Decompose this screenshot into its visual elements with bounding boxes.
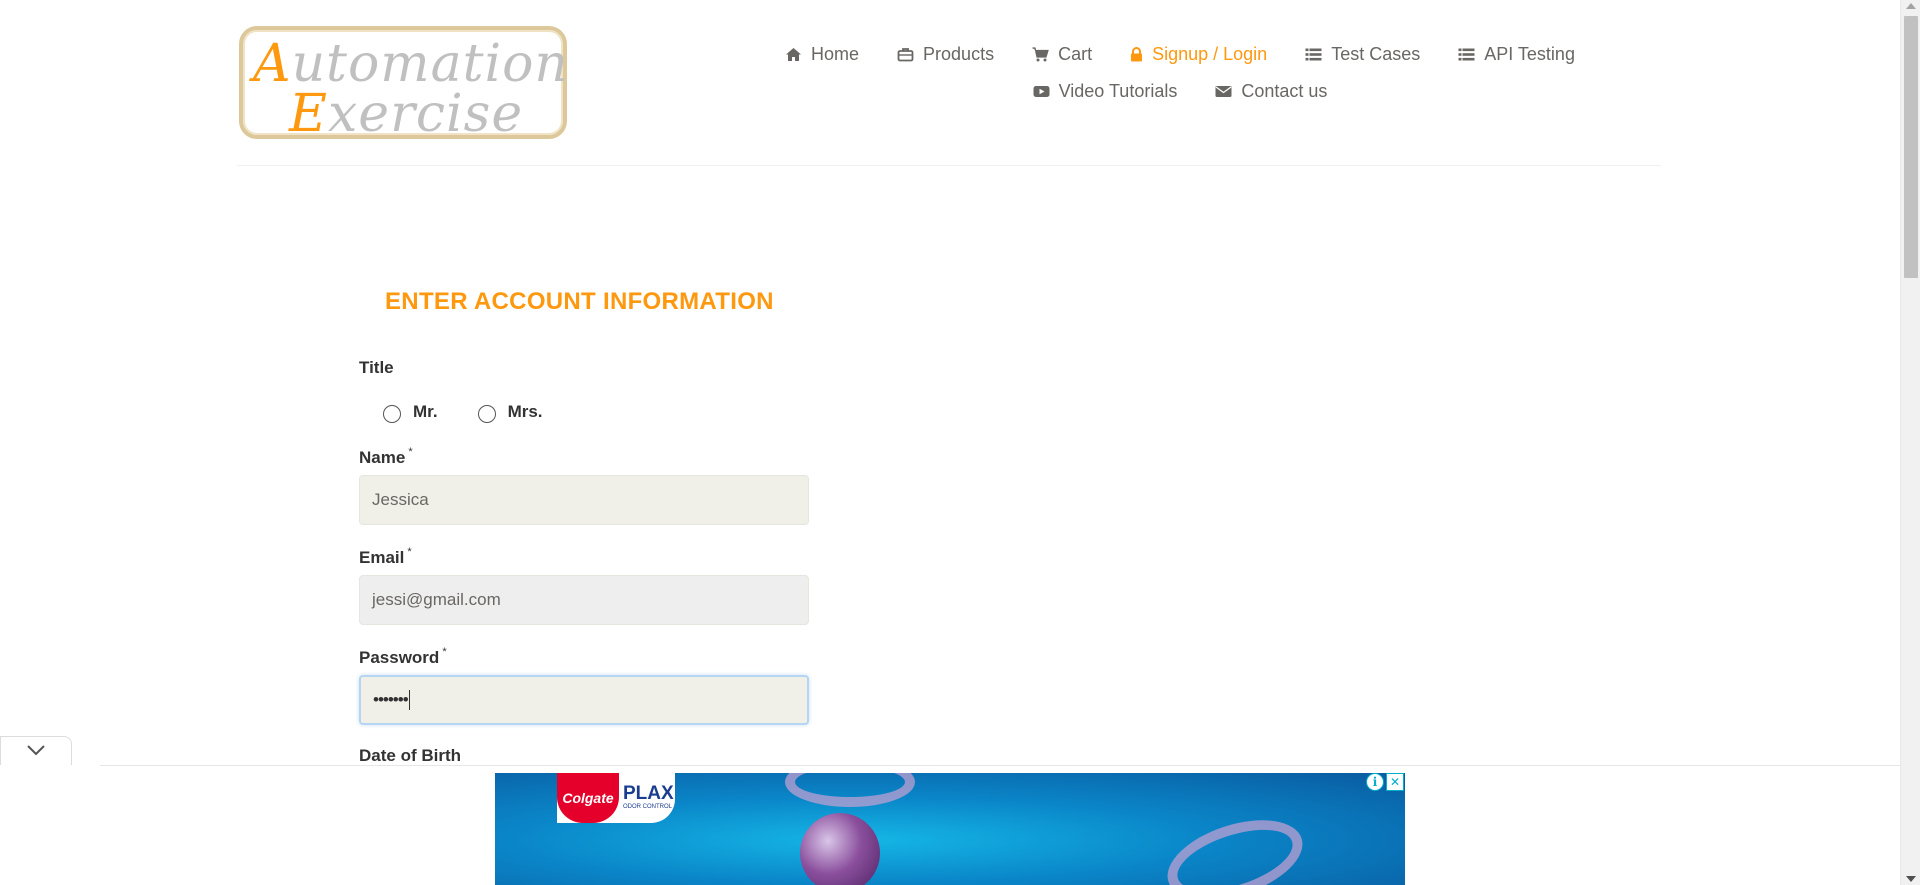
- ad-ring-graphic: [1157, 805, 1313, 885]
- password-field[interactable]: •••••••: [359, 675, 809, 725]
- text-caret: [408, 690, 410, 710]
- name-field-value: Jessica: [372, 490, 429, 509]
- briefcase-icon: [897, 47, 914, 62]
- radio-mr-label: Mr.: [413, 402, 438, 421]
- ad-close-icon[interactable]: ✕: [1386, 773, 1404, 791]
- form-heading: ENTER ACCOUNT INFORMATION: [385, 288, 774, 315]
- nav-item-video-tutorials[interactable]: Video Tutorials: [1014, 81, 1197, 102]
- email-label: Email *: [359, 546, 412, 567]
- required-mark: *: [407, 546, 412, 558]
- ad-creative[interactable]: Colgate PLAX ODOR CONTROL: [495, 773, 1405, 885]
- logo-line-exercise: Exercise: [289, 84, 524, 144]
- ad-brand-logo: Colgate PLAX ODOR CONTROL: [557, 773, 675, 823]
- plax-logo: PLAX: [623, 783, 674, 804]
- date-of-birth-label: Date of Birth: [359, 746, 461, 765]
- nav-label-contact-us: Contact us: [1241, 81, 1328, 101]
- required-mark: *: [442, 646, 447, 658]
- nav-label-home: Home: [811, 44, 860, 64]
- password-field-value: •••••••: [373, 690, 409, 709]
- nav-row-2: Video Tutorials Contact us: [720, 73, 1640, 110]
- nav-item-test-cases[interactable]: Test Cases: [1286, 44, 1439, 65]
- nav-label-cart: Cart: [1058, 44, 1093, 64]
- main-nav: Home Products Cart Signup / Login Test C…: [720, 36, 1640, 110]
- colgate-logo: Colgate: [557, 773, 619, 823]
- list-icon: [1458, 47, 1475, 62]
- title-option-mrs[interactable]: Mrs.: [477, 401, 543, 423]
- ad-info-icon[interactable]: i: [1366, 773, 1384, 791]
- youtube-icon: [1033, 84, 1050, 99]
- nav-label-video-tutorials: Video Tutorials: [1058, 81, 1178, 101]
- nav-row-1: Home Products Cart Signup / Login Test C…: [720, 36, 1640, 73]
- title-label: Title: [359, 358, 394, 377]
- nav-item-api-testing[interactable]: API Testing: [1439, 44, 1594, 65]
- nav-item-home[interactable]: Home: [766, 44, 878, 65]
- radio-mrs-label: Mrs.: [507, 402, 543, 421]
- nav-label-products: Products: [923, 44, 995, 64]
- scroll-thumb[interactable]: [1904, 16, 1918, 278]
- name-label: Name *: [359, 446, 413, 467]
- required-mark: *: [408, 446, 413, 458]
- radio-mrs[interactable]: [477, 405, 496, 423]
- chevron-down-icon: [26, 743, 46, 761]
- nav-label-test-cases: Test Cases: [1331, 44, 1421, 64]
- envelope-icon: [1215, 84, 1232, 99]
- nav-item-signup-login[interactable]: Signup / Login: [1111, 44, 1286, 65]
- ad-sphere-graphic: [800, 813, 880, 885]
- header-divider: [237, 165, 1661, 166]
- ad-ring-graphic: [785, 773, 915, 807]
- scroll-up-arrow-icon[interactable]: [1906, 3, 1916, 9]
- password-label: Password *: [359, 646, 447, 667]
- page-scrollbar[interactable]: [1900, 0, 1920, 885]
- nav-item-products[interactable]: Products: [878, 44, 1013, 65]
- email-field-value: jessi@gmail.com: [372, 590, 501, 609]
- nav-item-contact-us[interactable]: Contact us: [1196, 81, 1346, 102]
- site-logo[interactable]: Automation Exercise: [239, 26, 568, 144]
- cart-icon: [1032, 47, 1049, 62]
- nav-label-api-testing: API Testing: [1484, 44, 1575, 64]
- scroll-down-arrow-icon[interactable]: [1906, 876, 1916, 882]
- radio-mr[interactable]: [383, 405, 401, 423]
- list-icon: [1305, 47, 1322, 62]
- title-option-mr[interactable]: Mr.: [383, 401, 438, 423]
- home-icon: [785, 47, 802, 62]
- nav-label-signup-login: Signup / Login: [1152, 44, 1268, 64]
- lock-icon: [1130, 47, 1143, 62]
- email-field[interactable]: jessi@gmail.com: [359, 575, 809, 625]
- title-radio-group: Mr. Mrs.: [383, 401, 583, 423]
- ad-collapse-button[interactable]: [0, 736, 72, 766]
- name-field[interactable]: Jessica: [359, 475, 809, 525]
- plax-subtitle: ODOR CONTROL: [623, 804, 673, 810]
- ad-bar-divider: [100, 765, 1900, 766]
- nav-item-cart[interactable]: Cart: [1013, 44, 1111, 65]
